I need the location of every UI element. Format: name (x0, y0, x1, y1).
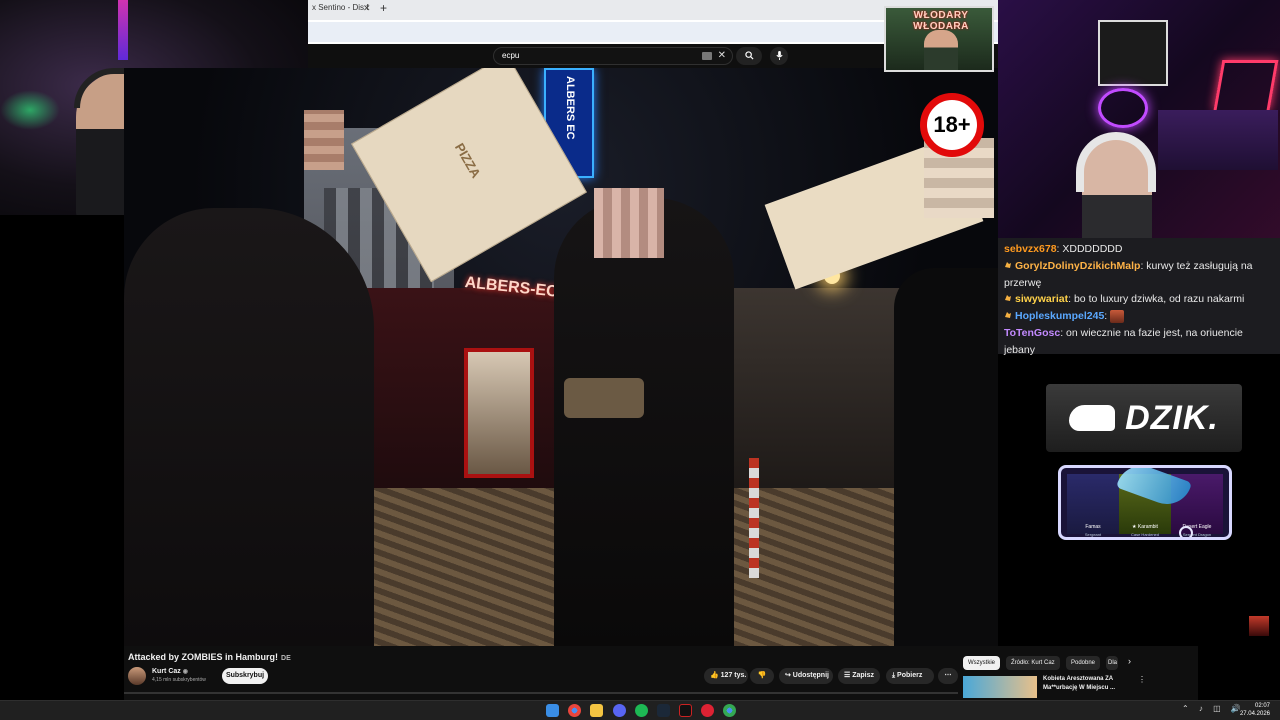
chat-username[interactable]: Hopleskumpel245 (1015, 310, 1104, 322)
boar-icon (1069, 405, 1116, 431)
chat-username[interactable]: ToTenGosc (1004, 327, 1060, 339)
recommended-video-title[interactable]: Kobieta Aresztowana ZA Ma**urbację W Mie… (1043, 675, 1133, 693)
discord-icon[interactable] (613, 704, 626, 717)
overlay-poster: WŁODARY WŁODARA (884, 6, 994, 72)
spotify-icon[interactable] (635, 704, 648, 717)
more-actions-button[interactable]: ⋯ (938, 668, 958, 684)
like-button[interactable]: 👍 127 tys. (704, 668, 748, 684)
keyboard-icon[interactable] (702, 52, 712, 60)
search-icon (1179, 526, 1193, 537)
person-middle (554, 198, 734, 646)
clear-search-icon[interactable]: ✕ (718, 50, 726, 61)
video-info-bar: Attacked by ZOMBIES in Hamburg! DE Kurt C… (124, 646, 958, 700)
age-badge-label: 18+ (933, 112, 971, 137)
chat-username[interactable]: sebvzx678 (1004, 243, 1057, 255)
search-button[interactable] (736, 47, 762, 65)
chat-text: XDDDDDDD (1062, 243, 1123, 255)
channel-name-text[interactable]: Kurt Caz (152, 668, 181, 675)
chip-similar[interactable]: Podobne (1066, 656, 1101, 670)
case-item-name: Famas (1085, 524, 1101, 530)
case-item-skin: Case Hardened (1130, 532, 1160, 537)
app-icon[interactable] (679, 704, 692, 717)
chrome-icon[interactable] (568, 704, 581, 717)
chat-message: ToTenGosc: on wiecznie na fazie jest, na… (1004, 326, 1243, 356)
subscriber-count: 4,15 mln subskrybentów (152, 677, 206, 683)
video-title: Attacked by ZOMBIES in Hamburg! DE (128, 652, 291, 662)
subscribe-button[interactable]: Subskrybuj (222, 668, 268, 684)
start-icon[interactable] (546, 704, 559, 717)
blurred-face (304, 110, 344, 170)
blurred-face (594, 188, 664, 258)
channel-avatar[interactable] (128, 667, 146, 685)
case-opening-widget: Famas Sergeant ★ Karambit Case Hardened … (1058, 465, 1232, 540)
person-left (124, 208, 374, 646)
corner-thumbnail (1249, 616, 1269, 636)
steam-icon[interactable] (657, 704, 670, 717)
mic-icon (775, 51, 783, 60)
dislike-button[interactable]: 👎 (750, 668, 774, 684)
headphones-icon (1076, 132, 1156, 192)
chat-text: bo to luxury dziwka, od razu nakarmi (1073, 293, 1245, 306)
share-button[interactable]: ↪ Udostępnij (779, 668, 833, 684)
video-title-text: Attacked by ZOMBIES in Hamburg! (128, 652, 279, 662)
chat-message: sebvzx678: XDDDDDDD (1004, 243, 1123, 255)
search-input[interactable]: ecpu ✕ (493, 47, 733, 65)
tab-close-icon[interactable]: ✕ (363, 3, 371, 14)
case-item-skin: Sergeant (1084, 532, 1102, 537)
person-right (894, 268, 998, 646)
browser-tab-title[interactable]: x Sentino - Dis f (312, 3, 368, 12)
chat-message: GorylzDolinyDzikichMalp: kurwy też zasłu… (1004, 259, 1253, 289)
chip-source[interactable]: Źródło: Kurt Caz (1006, 656, 1060, 670)
dzik-logo-text: DZIK. (1125, 398, 1219, 437)
poster-title: WŁODARY WŁODARA (913, 10, 969, 32)
clock[interactable]: 02:07 27.04.2026 (1240, 702, 1270, 718)
clock-date: 27.04.2026 (1239, 711, 1270, 717)
chat-panel: sebvzx678: XDDDDDDD GorylzDolinyDzikichM… (998, 238, 1280, 356)
chip-all[interactable]: Wszystkie (963, 656, 1000, 670)
age-restriction-badge: 18+ (920, 93, 984, 157)
system-tray[interactable]: ⌃ ♪ ◫ 🔊 (1182, 704, 1245, 713)
vertical-neon-sign: ALBERS EC (564, 76, 576, 140)
windows-taskbar: ⌃ ♪ ◫ 🔊 02:07 27.04.2026 (0, 700, 1280, 720)
obs-icon[interactable] (701, 704, 714, 717)
download-button[interactable]: ⤓ Pobierz (886, 668, 934, 684)
chat-emote (1110, 309, 1125, 323)
folder-icon[interactable] (590, 704, 603, 717)
streamer-webcam-right (998, 0, 1280, 238)
language-flag: DE (281, 655, 291, 662)
flex-badge-icon (1005, 261, 1011, 268)
recommendations-rail: Wszystkie Źródło: Kurt Caz Podobne Dla ›… (958, 646, 1198, 700)
divider (124, 692, 958, 694)
case-item-name: ★ Karambit (1132, 524, 1158, 530)
chat-message: Hopleskumpel245: (1004, 308, 1274, 325)
chat-message: siwywariat: bo to luxury dziwka, od razu… (1004, 291, 1274, 308)
chevron-right-icon[interactable]: › (1128, 656, 1131, 666)
recommended-video-thumbnail[interactable] (963, 676, 1037, 698)
search-query[interactable]: ecpu (502, 51, 519, 60)
new-tab-button[interactable]: + (380, 1, 387, 15)
verified-icon: ◉ (182, 669, 189, 675)
chat-username[interactable]: siwywariat (1015, 293, 1068, 305)
video-player[interactable]: ALBERS-EC ALBERS EC PIZZA (124, 68, 998, 646)
save-button[interactable]: ☰ Zapisz (838, 668, 880, 684)
chrome-active-icon[interactable] (723, 704, 736, 717)
flex-badge-icon (1005, 312, 1011, 319)
chat-username[interactable]: GorylzDolinyDzikichMalp (1015, 260, 1140, 272)
case-item: Famas Sergeant (1067, 474, 1119, 537)
flex-badge-icon (1005, 295, 1011, 302)
dzik-sponsor-logo: DZIK. (1046, 384, 1242, 452)
search-icon (744, 51, 754, 60)
kebab-menu-icon[interactable]: ⋮ (1138, 675, 1146, 684)
channel-name[interactable]: Kurt Caz ◉ (152, 668, 188, 675)
clock-time: 02:07 (1254, 703, 1270, 709)
chip-for-you[interactable]: Dla (1106, 656, 1118, 670)
voice-search-button[interactable] (770, 47, 788, 65)
